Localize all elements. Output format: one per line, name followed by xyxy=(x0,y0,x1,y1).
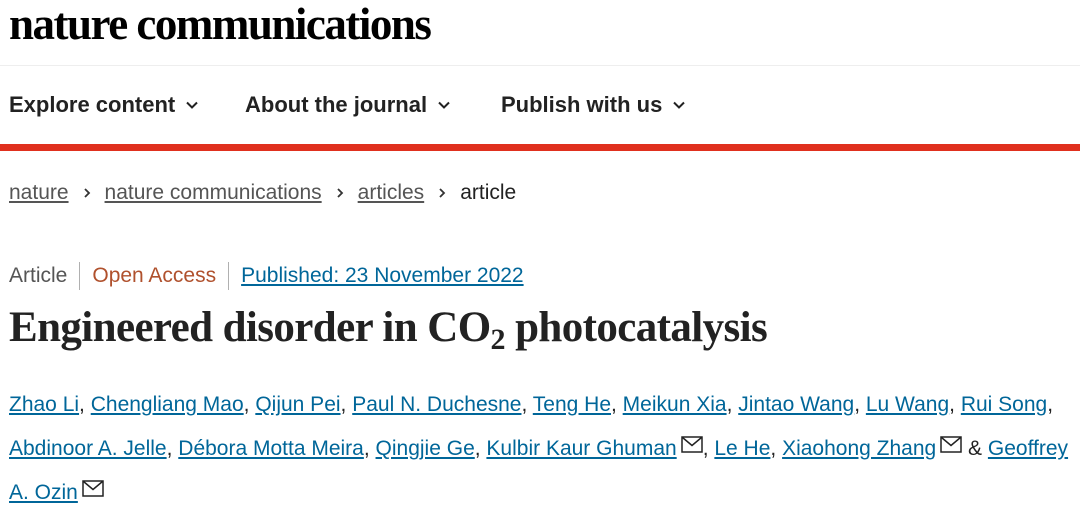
author-link[interactable]: Jintao Wang xyxy=(738,393,854,416)
published-date-link[interactable]: Published: 23 November 2022 xyxy=(241,264,524,288)
chevron-down-icon xyxy=(673,101,686,109)
author-link[interactable]: Le He xyxy=(714,437,770,460)
email-icon[interactable] xyxy=(680,436,703,453)
article-meta: Article Open Access Published: 23 Novemb… xyxy=(9,262,524,290)
author-link[interactable]: Xiaohong Zhang xyxy=(782,437,936,460)
nav-label: Explore content xyxy=(9,92,176,117)
article-title: Engineered disorder in CO2 photocatalysi… xyxy=(9,303,768,357)
chevron-right-icon xyxy=(81,187,93,199)
author-link[interactable]: Zhao Li xyxy=(9,393,79,416)
main-nav: Explore content About the journal Publis… xyxy=(0,66,1080,144)
author-link[interactable]: Meikun Xia xyxy=(623,393,727,416)
chevron-right-icon xyxy=(436,187,448,199)
author-link[interactable]: Qijun Pei xyxy=(255,393,340,416)
author-link[interactable]: Débora Motta Meira xyxy=(178,437,364,460)
chevron-right-icon xyxy=(334,187,346,199)
nav-label: Publish with us xyxy=(501,92,663,117)
open-access-badge: Open Access xyxy=(92,264,217,287)
meta-divider xyxy=(228,262,230,290)
title-subscript: 2 xyxy=(490,323,506,356)
nav-label: About the journal xyxy=(245,92,428,117)
title-text: Engineered disorder in CO xyxy=(9,304,491,351)
title-text: photocatalysis xyxy=(504,304,768,351)
nav-about-journal[interactable]: About the journal xyxy=(245,92,451,118)
author-link[interactable]: Kulbir Kaur Ghuman xyxy=(486,437,676,460)
breadcrumb-nature-communications[interactable]: nature communications xyxy=(105,181,322,205)
author-list: Zhao Li, Chengliang Mao, Qijun Pei, Paul… xyxy=(9,393,1069,504)
nav-explore-content[interactable]: Explore content xyxy=(9,92,199,118)
breadcrumb: nature nature communications articles ar… xyxy=(9,181,516,205)
accent-bar xyxy=(0,144,1080,151)
email-icon[interactable] xyxy=(940,436,962,453)
meta-divider xyxy=(79,262,81,290)
author-link[interactable]: Qingjie Ge xyxy=(376,437,475,460)
site-header: nature communications xyxy=(0,0,1080,66)
author-link[interactable]: Abdinoor A. Jelle xyxy=(9,437,167,460)
breadcrumb-current: article xyxy=(460,181,517,204)
author-link[interactable]: Rui Song xyxy=(961,393,1047,416)
nav-publish-with-us[interactable]: Publish with us xyxy=(501,92,686,118)
author-link[interactable]: Teng He xyxy=(533,393,611,416)
site-logo[interactable]: nature communications xyxy=(9,2,432,47)
email-icon[interactable] xyxy=(82,480,104,497)
author-link[interactable]: Chengliang Mao xyxy=(91,393,244,416)
chevron-down-icon xyxy=(438,101,450,109)
breadcrumb-articles[interactable]: articles xyxy=(358,181,425,205)
article-type: Article xyxy=(9,264,68,287)
author-link[interactable]: Paul N. Duchesne xyxy=(352,393,521,416)
chevron-down-icon xyxy=(186,101,198,109)
author-link[interactable]: Lu Wang xyxy=(866,393,949,416)
breadcrumb-nature[interactable]: nature xyxy=(9,181,69,205)
